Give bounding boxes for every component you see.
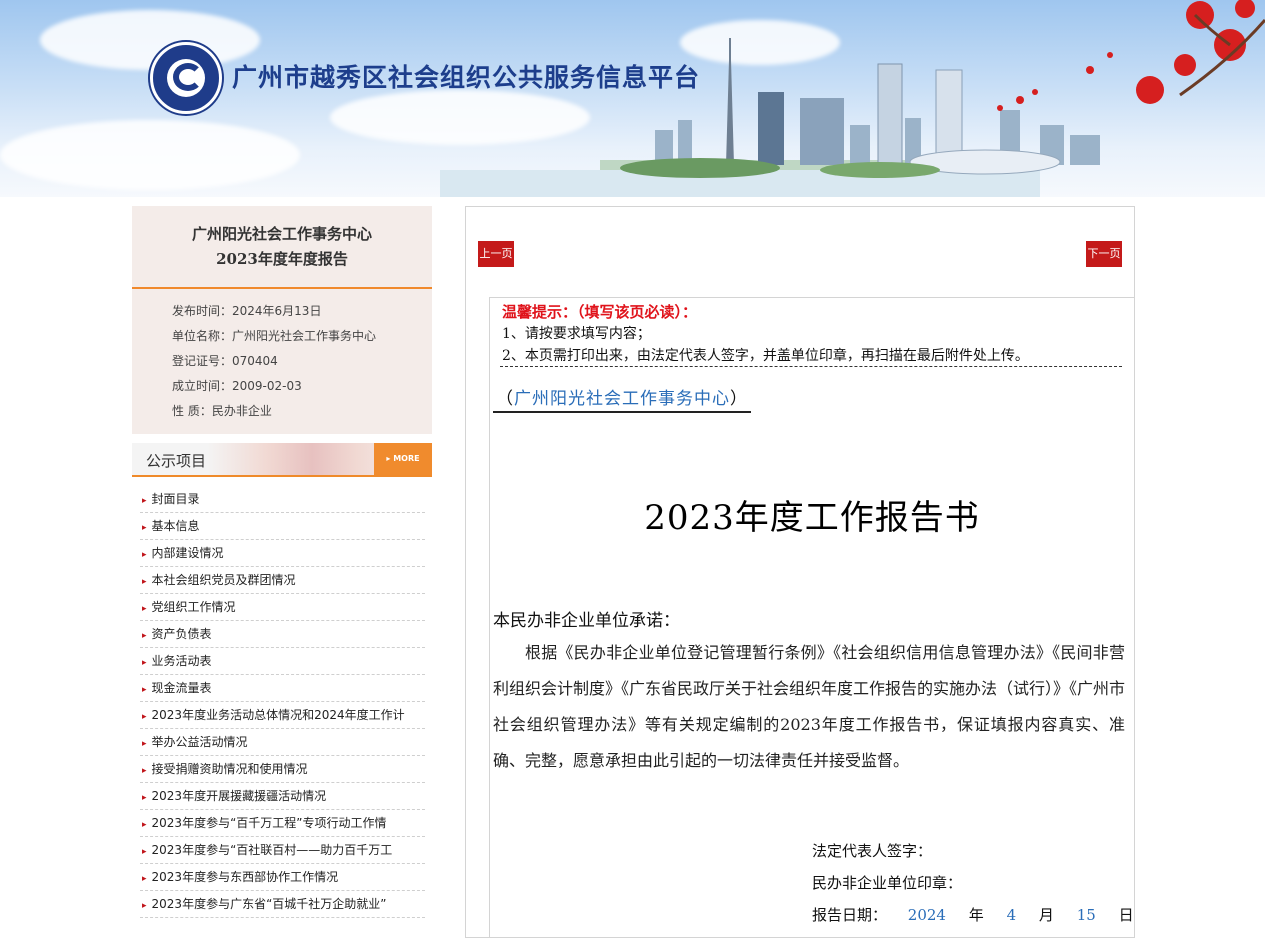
close-paren: ） xyxy=(730,389,748,409)
list-item-label: 业务活动表 xyxy=(151,654,212,668)
month-unit: 月 xyxy=(1038,906,1054,924)
notice-title: 温馨提示：（填写该页必读）： xyxy=(502,303,698,321)
publicity-item-basic-info[interactable]: ▸ 基本信息 xyxy=(140,513,425,540)
publicity-list: ▸ 封面目录 ▸ 基本信息 ▸ 内部建设情况 ▸ 本社会组织党员及群团情况 ▸ 党组织工作… xyxy=(140,486,425,918)
arrow-right-icon: ▸ xyxy=(142,712,147,722)
unit-name: 单位名称：广州阳光社会工作事务中心 xyxy=(172,329,377,343)
report-name: 2023年度年度报告 xyxy=(216,250,348,268)
report-content-panel: 上一页 下一页 温馨提示：（填写该页必读）： 1、请按要求填写内容； 2、本页需… xyxy=(465,206,1135,938)
publicity-item-party-members[interactable]: ▸ 本社会组织党员及群团情况 xyxy=(140,567,425,594)
report-month: 4 xyxy=(1006,906,1017,924)
prev-page-button[interactable]: 上一页 xyxy=(478,241,514,267)
pledge-body: 根据《民办非企业单位登记管理暂行条例》《社会组织信用信息管理办法》《民间非营利组… xyxy=(493,643,1126,770)
publicity-item-cover[interactable]: ▸ 封面目录 xyxy=(140,486,425,513)
publicity-item-east-west-cooperation[interactable]: ▸ 2023年度参与东西部协作工作情况 xyxy=(140,864,425,891)
list-item-label: 资产负债表 xyxy=(151,627,212,641)
open-paren: （ xyxy=(496,389,514,409)
more-label: MORE xyxy=(393,454,420,463)
arrow-right-icon: ▸ xyxy=(142,820,147,830)
publicity-label: 公示项目 xyxy=(146,452,207,470)
publicity-item-internal-construction[interactable]: ▸ 内部建设情况 xyxy=(140,540,425,567)
publicity-item-tibet-xinjiang-aid[interactable]: ▸ 2023年度开展援藏援疆活动情况 xyxy=(140,783,425,810)
notice-line-2: 2、本页需打印出来，由法定代表人签字，并盖单位印章，再扫描在最后附件处上传。 xyxy=(502,348,1029,364)
registration-number: 登记证号：070404 xyxy=(172,354,278,368)
org-nature: 性 质：民办非企业 xyxy=(172,404,272,418)
report-document: 温馨提示：（填写该页必读）： 1、请按要求填写内容； 2、本页需打印出来，由法定… xyxy=(489,297,1134,938)
list-item-label: 2023年度参与“百社联百村——助力百千万工 xyxy=(151,843,393,857)
list-item-label: 2023年度参与东西部协作工作情况 xyxy=(151,870,339,884)
publicity-item-employment-support[interactable]: ▸ 2023年度参与广东省“百城千社万企助就业” xyxy=(140,891,425,918)
header-banner: 广州市越秀区社会组织公共服务信息平台 xyxy=(0,0,1265,197)
day-unit: 日 xyxy=(1118,906,1134,924)
report-date-label: 报告日期： xyxy=(812,906,888,924)
arrow-right-icon: ▸ xyxy=(142,658,147,668)
arrow-right-icon: ▸ xyxy=(142,901,147,911)
arrow-right-icon: ▸ xyxy=(142,793,147,803)
site-title: 广州市越秀区社会组织公共服务信息平台 xyxy=(232,63,701,92)
founded-date: 成立时间：2009-02-03 xyxy=(172,379,302,393)
list-item-label: 封面目录 xyxy=(151,492,200,506)
report-date: 报告日期： 2024 年 4 月 15 日 xyxy=(812,904,1134,925)
list-item-label: 党组织工作情况 xyxy=(151,600,236,614)
arrow-right-icon: ▸ xyxy=(142,496,147,506)
publish-date: 发布时间：2024年6月13日 xyxy=(172,304,322,318)
unit-seal: 民办非企业单位印章： xyxy=(812,874,963,892)
more-button[interactable]: ▸ MORE xyxy=(374,443,432,475)
list-item-label: 接受捐赠资助情况和使用情况 xyxy=(151,762,308,776)
org-info-title: 广州阳光社会工作事务中心 2023年度年度报告 xyxy=(132,206,432,289)
publicity-item-party-work[interactable]: ▸ 党组织工作情况 xyxy=(140,594,425,621)
list-item-label: 现金流量表 xyxy=(151,681,212,695)
publicity-item-charity-events[interactable]: ▸ 举办公益活动情况 xyxy=(140,729,425,756)
publicity-item-cash-flow[interactable]: ▸ 现金流量表 xyxy=(140,675,425,702)
list-item-label: 本社会组织党员及群团情况 xyxy=(151,573,296,587)
arrow-right-icon: ▸ xyxy=(142,604,147,614)
arrow-right-icon: ▸ xyxy=(142,847,147,857)
notice-line-1: 1、请按要求填写内容； xyxy=(502,326,651,342)
report-year: 2024 xyxy=(907,906,946,924)
publicity-item-balance-sheet[interactable]: ▸ 资产负债表 xyxy=(140,621,425,648)
org-name-value: 广州阳光社会工作事务中心 xyxy=(514,389,730,409)
arrow-right-icon: ▸ xyxy=(142,739,147,749)
publicity-item-business-plan[interactable]: ▸ 2023年度业务活动总体情况和2024年度工作计 xyxy=(140,702,425,729)
arrow-right-icon: ▸ xyxy=(142,874,147,884)
legal-rep-signature: 法定代表人签字： xyxy=(812,842,933,860)
list-item-label: 2023年度开展援藏援疆活动情况 xyxy=(151,789,327,803)
list-item-label: 基本信息 xyxy=(151,519,200,533)
arrow-right-icon: ▸ xyxy=(142,523,147,533)
year-unit: 年 xyxy=(968,906,984,924)
next-page-button[interactable]: 下一页 xyxy=(1086,241,1122,267)
arrow-right-icon: ▸ xyxy=(142,685,147,695)
list-item-label: 内部建设情况 xyxy=(151,546,224,560)
publicity-item-activity-statement[interactable]: ▸ 业务活动表 xyxy=(140,648,425,675)
publicity-header: 公示项目 ▸ MORE xyxy=(132,443,432,477)
publicity-item-village-support[interactable]: ▸ 2023年度参与“百社联百村——助力百千万工 xyxy=(140,837,425,864)
org-name: 广州阳光社会工作事务中心 xyxy=(191,225,372,243)
pledge-heading: 本民办非企业单位承诺： xyxy=(493,611,680,631)
org-name-field: （广州阳光社会工作事务中心） xyxy=(493,384,751,413)
publicity-item-bqw-project[interactable]: ▸ 2023年度参与“百千万工程”专项行动工作情 xyxy=(140,810,425,837)
arrow-right-icon: ▸ xyxy=(142,577,147,587)
report-title: 2023年度工作报告书 xyxy=(644,498,980,538)
arrow-right-icon: ▸ xyxy=(142,550,147,560)
report-day: 15 xyxy=(1076,906,1096,924)
notice-divider xyxy=(500,366,1122,367)
list-item-label: 2023年度参与“百千万工程”专项行动工作情 xyxy=(151,816,387,830)
list-item-label: 举办公益活动情况 xyxy=(151,735,248,749)
org-info-panel: 广州阳光社会工作事务中心 2023年度年度报告 发布时间：2024年6月13日 … xyxy=(132,206,432,434)
list-item-label: 2023年度业务活动总体情况和2024年度工作计 xyxy=(151,708,405,722)
arrow-right-icon: ▸ xyxy=(142,631,147,641)
list-item-label: 2023年度参与广东省“百城千社万企助就业” xyxy=(151,897,387,911)
publicity-item-donations[interactable]: ▸ 接受捐赠资助情况和使用情况 xyxy=(140,756,425,783)
platform-logo xyxy=(150,42,222,114)
arrow-right-icon: ▸ xyxy=(142,766,147,776)
